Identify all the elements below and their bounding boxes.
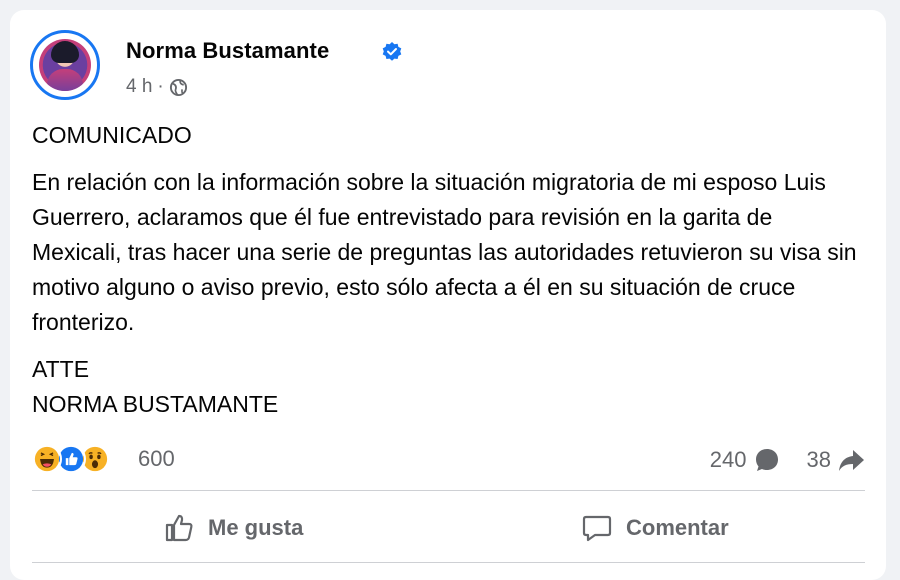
reaction-count[interactable]: 600 xyxy=(138,446,175,472)
post-body: COMUNICADO En relación con la informació… xyxy=(32,118,862,434)
post-actions: Me gusta Comentar xyxy=(32,500,865,556)
like-button[interactable]: Me gusta xyxy=(162,508,303,548)
post-signature: ATTE NORMA BUSTAMANTE xyxy=(32,356,279,417)
comment-count[interactable]: 240 xyxy=(710,447,747,473)
verified-badge-icon xyxy=(382,42,402,61)
author-name[interactable]: Norma Bustamante xyxy=(126,38,329,64)
meta-separator: · xyxy=(157,76,164,97)
comment-bubble-icon xyxy=(755,449,778,471)
post-card: Norma Bustamante 4 h · COMUNICADO En rel… xyxy=(10,10,886,580)
globe-icon xyxy=(169,78,187,96)
share-count[interactable]: 38 xyxy=(807,447,831,473)
post-header: Norma Bustamante 4 h · xyxy=(30,30,850,102)
haha-icon xyxy=(32,444,62,474)
engagement-counts: 240 38 xyxy=(710,446,865,474)
comment-button[interactable]: Comentar xyxy=(580,508,729,548)
comment-label: Comentar xyxy=(626,515,729,540)
post-paragraph: En relación con la información sobre la … xyxy=(32,169,857,335)
reaction-summary: 600 240 38 xyxy=(32,442,865,476)
bottom-divider xyxy=(32,562,865,563)
comment-icon xyxy=(582,515,612,542)
reaction-icons[interactable] xyxy=(32,444,132,474)
thumbs-up-icon xyxy=(165,514,193,542)
post-time[interactable]: 4 h xyxy=(126,76,152,98)
like-label: Me gusta xyxy=(208,515,304,540)
share-arrow-icon xyxy=(839,450,864,471)
post-heading: COMUNICADO xyxy=(32,122,192,148)
post-meta: 4 h · xyxy=(126,76,188,98)
avatar-image xyxy=(39,39,91,91)
avatar[interactable] xyxy=(30,30,100,100)
divider xyxy=(32,490,865,491)
